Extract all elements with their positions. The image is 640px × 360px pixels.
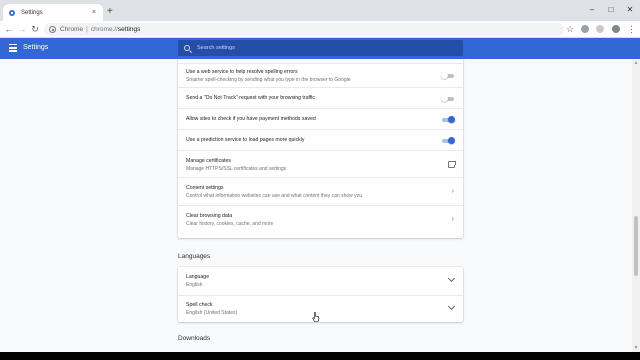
spelling-service-toggle[interactable] (441, 72, 455, 79)
setting-description: English (United States) (186, 310, 238, 316)
setting-row-content-settings[interactable]: Content settings Control what informatio… (178, 177, 463, 205)
scrollbar-thumb[interactable] (634, 216, 638, 276)
setting-description: Smarter spell-checking by sending what y… (186, 77, 351, 83)
scroll-up-icon[interactable]: ▲ (632, 59, 640, 67)
do-not-track-toggle[interactable] (441, 95, 455, 102)
setting-row-language[interactable]: Language English (178, 267, 463, 295)
setting-description: Control what information websites can us… (186, 193, 363, 199)
payment-methods-toggle[interactable] (441, 116, 455, 123)
bookmark-star-icon[interactable]: ☆ (566, 24, 574, 34)
setting-row-prediction-service[interactable]: Use a prediction service to load pages m… (178, 129, 463, 150)
arrow-right-icon[interactable]: › (452, 188, 454, 196)
chevron-down-icon[interactable] (447, 274, 456, 283)
back-button[interactable]: ← (4, 24, 14, 34)
tab-title: Settings (21, 9, 43, 16)
new-tab-button[interactable]: + (107, 7, 113, 17)
prediction-service-toggle[interactable] (441, 137, 455, 144)
setting-label: Spell check (186, 302, 213, 308)
forward-button[interactable]: → (17, 24, 27, 34)
setting-row-do-not-track[interactable]: Send a "Do Not Track" request with your … (178, 87, 463, 108)
page-scrollbar[interactable]: ▲ ▼ (632, 59, 640, 352)
setting-description: Clear history, cookies, cache, and more (186, 221, 274, 227)
settings-favicon-icon (8, 9, 16, 17)
search-settings-box[interactable] (178, 40, 463, 56)
setting-label: Use a web service to help resolve spelli… (186, 69, 298, 75)
setting-label: Send a "Do Not Track" request with your … (186, 95, 316, 101)
chevron-down-icon[interactable] (447, 302, 456, 311)
url-scheme: chrome:// (90, 26, 118, 33)
scroll-down-icon[interactable]: ▼ (632, 344, 640, 352)
section-title-languages: Languages (178, 253, 211, 260)
setting-row-clear-browsing-data[interactable]: Clear browsing data Clear history, cooki… (178, 205, 463, 238)
hand-cursor-icon (312, 309, 320, 322)
privacy-card: Use a web service to help resolve spelli… (178, 59, 463, 238)
setting-description: Manage HTTPS/SSL certificates and settin… (186, 166, 287, 172)
section-title-downloads: Downloads (178, 335, 211, 342)
site-label: Chrome (60, 26, 84, 33)
chrome-menu-icon[interactable]: ⋮ (627, 24, 636, 34)
tab-close-icon[interactable]: × (90, 9, 98, 16)
reload-button[interactable]: ↻ (30, 24, 40, 34)
maximize-button[interactable]: □ (605, 5, 617, 15)
browser-toolbar: ← → ↻ Chrome | chrome://settings ☆ ⋮ (0, 21, 640, 38)
address-bar[interactable]: Chrome | chrome://settings (44, 23, 564, 36)
setting-description: English (186, 282, 203, 288)
tab-settings[interactable]: Settings × (3, 4, 103, 21)
search-input[interactable] (197, 45, 437, 51)
external-link-icon[interactable] (448, 160, 456, 168)
minimize-button[interactable]: – (586, 5, 598, 15)
tab-strip: Settings × + – □ ✕ (0, 0, 640, 21)
extension-icon-2[interactable] (596, 25, 604, 33)
setting-row-spell-check[interactable]: Spell check English (United States) (178, 295, 463, 322)
main-menu-icon[interactable] (9, 44, 17, 52)
close-window-button[interactable]: ✕ (624, 5, 636, 15)
page-title: Settings (23, 44, 49, 51)
arrow-right-icon[interactable]: › (452, 216, 454, 224)
setting-row-spelling-service[interactable]: Use a web service to help resolve spelli… (178, 63, 463, 87)
extension-icon[interactable] (581, 25, 589, 33)
languages-card: Language English Spell check English (Un… (178, 267, 463, 322)
setting-label: Clear browsing data (186, 213, 233, 219)
search-icon (184, 45, 190, 51)
profile-avatar[interactable] (612, 25, 620, 33)
setting-label: Language (186, 274, 210, 280)
setting-label: Content settings (186, 185, 224, 191)
taskbar (0, 352, 640, 360)
url-path: settings (117, 26, 141, 33)
setting-row-payment-methods[interactable]: Allow sites to check if you have payment… (178, 108, 463, 129)
settings-header: Settings (0, 38, 640, 59)
site-info-icon[interactable] (49, 26, 56, 33)
setting-label: Allow sites to check if you have payment… (186, 116, 316, 122)
setting-label: Manage certificates (186, 158, 231, 164)
setting-label: Use a prediction service to load pages m… (186, 137, 305, 143)
setting-row-manage-certificates[interactable]: Manage certificates Manage HTTPS/SSL cer… (178, 150, 463, 177)
